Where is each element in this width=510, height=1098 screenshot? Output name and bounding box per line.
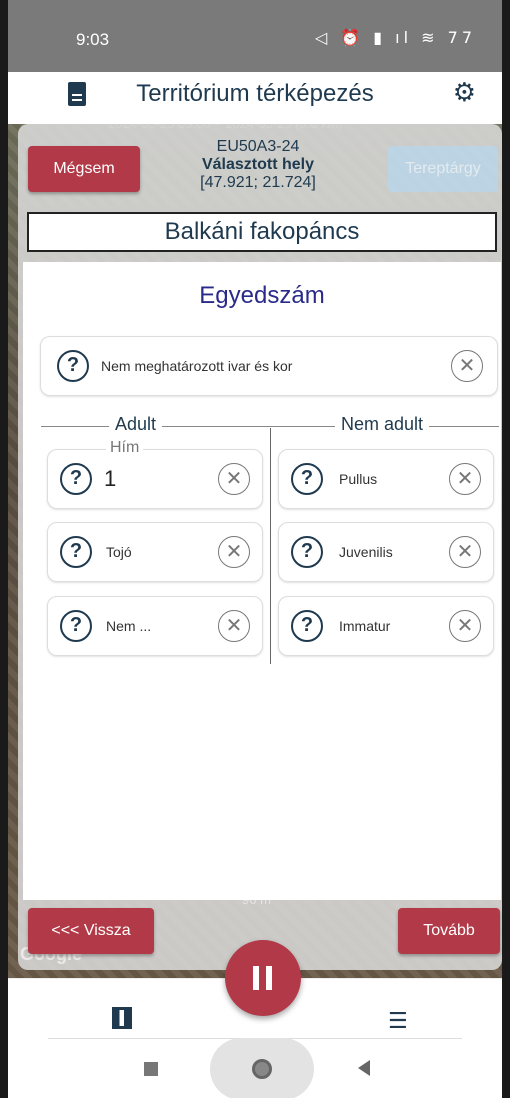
field-label: Nem meghatározott ivar és kor	[101, 358, 293, 374]
back-nav-icon[interactable]	[358, 1060, 370, 1076]
app-title: Territórium térképezés	[136, 80, 374, 107]
location-coords: [47.921; 21.724]	[200, 174, 316, 191]
unknown-sex-count-field[interactable]: ? Nem ... ✕	[47, 596, 263, 656]
location-label: Választott hely	[201, 156, 315, 173]
clear-icon[interactable]: ✕	[218, 610, 250, 642]
help-icon[interactable]: ?	[60, 610, 92, 642]
pullus-label: Pullus	[339, 471, 378, 487]
male-label: Hím	[106, 439, 144, 457]
status-time: 9:03	[76, 30, 110, 49]
pause-button[interactable]	[225, 940, 301, 1016]
count-card: Egyedszám ? Nem meghatározott ivar és ko…	[23, 262, 501, 900]
immature-count-field[interactable]: ? Immatur ✕	[278, 596, 494, 656]
location-code: EU50A3-24	[216, 138, 300, 155]
cancel-button[interactable]: Mégsem	[28, 146, 140, 192]
phone-screen: 9:03 ◁ ⏰ ▮ ıl ≋ 77 Territórium térképezé…	[8, 0, 502, 1098]
system-nav	[8, 1038, 502, 1098]
juvenile-label: Juvenilis	[339, 544, 393, 560]
help-icon[interactable]: ?	[60, 536, 92, 568]
adult-label: Adult	[109, 414, 163, 435]
card-title: Egyedszám	[199, 282, 325, 309]
female-count-field[interactable]: ? Tojó ✕	[47, 522, 263, 582]
juvenile-count-field[interactable]: ? Juvenilis ✕	[278, 522, 494, 582]
selected-location: EU50A3-24 Választott hely [47.921; 21.72…	[158, 138, 358, 192]
status-icons: ◁ ⏰ ▮ ıl ≋ 77	[314, 28, 476, 47]
species-name: Balkáni fakopáncs	[27, 212, 497, 252]
clear-icon[interactable]: ✕	[218, 536, 250, 568]
object-button[interactable]: Tereptárgy	[388, 146, 498, 192]
help-icon[interactable]: ?	[57, 350, 89, 382]
pause-icon	[266, 966, 272, 990]
home-button[interactable]	[210, 1038, 314, 1098]
status-bar: 9:03 ◁ ⏰ ▮ ıl ≋ 77	[8, 0, 502, 72]
recents-icon[interactable]	[144, 1062, 158, 1076]
column-divider	[270, 428, 271, 664]
unknown-count-field[interactable]: ? Nem meghatározott ivar és kor ✕	[40, 336, 498, 396]
help-icon[interactable]: ?	[291, 610, 323, 642]
female-label: Tojó	[106, 544, 132, 560]
help-icon[interactable]: ?	[291, 536, 323, 568]
unknown-sex-label: Nem ...	[106, 618, 152, 634]
pullus-count-field[interactable]: ? Pullus ✕	[278, 449, 494, 509]
home-icon	[252, 1059, 272, 1079]
next-button[interactable]: Tovább	[398, 908, 500, 954]
clear-icon[interactable]: ✕	[449, 463, 481, 495]
pause-icon	[253, 966, 259, 990]
clear-icon[interactable]: ✕	[451, 350, 483, 382]
help-icon[interactable]: ?	[291, 463, 323, 495]
gear-icon[interactable]: ⚙	[453, 78, 476, 108]
list-icon[interactable]: ☰	[388, 1009, 408, 1034]
immature-label: Immatur	[339, 618, 391, 634]
male-count-field[interactable]: Hím ? 1 ✕	[47, 439, 263, 509]
back-button[interactable]: <<< Vissza	[28, 908, 154, 954]
clear-icon[interactable]: ✕	[449, 536, 481, 568]
non-adult-label: Nem adult	[335, 414, 430, 435]
help-icon[interactable]: ?	[60, 463, 92, 495]
male-count-value[interactable]: 1	[104, 466, 116, 492]
map-scale: 96 m	[242, 892, 271, 907]
clear-icon[interactable]: ✕	[449, 610, 481, 642]
clear-icon[interactable]: ✕	[218, 463, 250, 495]
map-icon[interactable]	[112, 1007, 132, 1029]
